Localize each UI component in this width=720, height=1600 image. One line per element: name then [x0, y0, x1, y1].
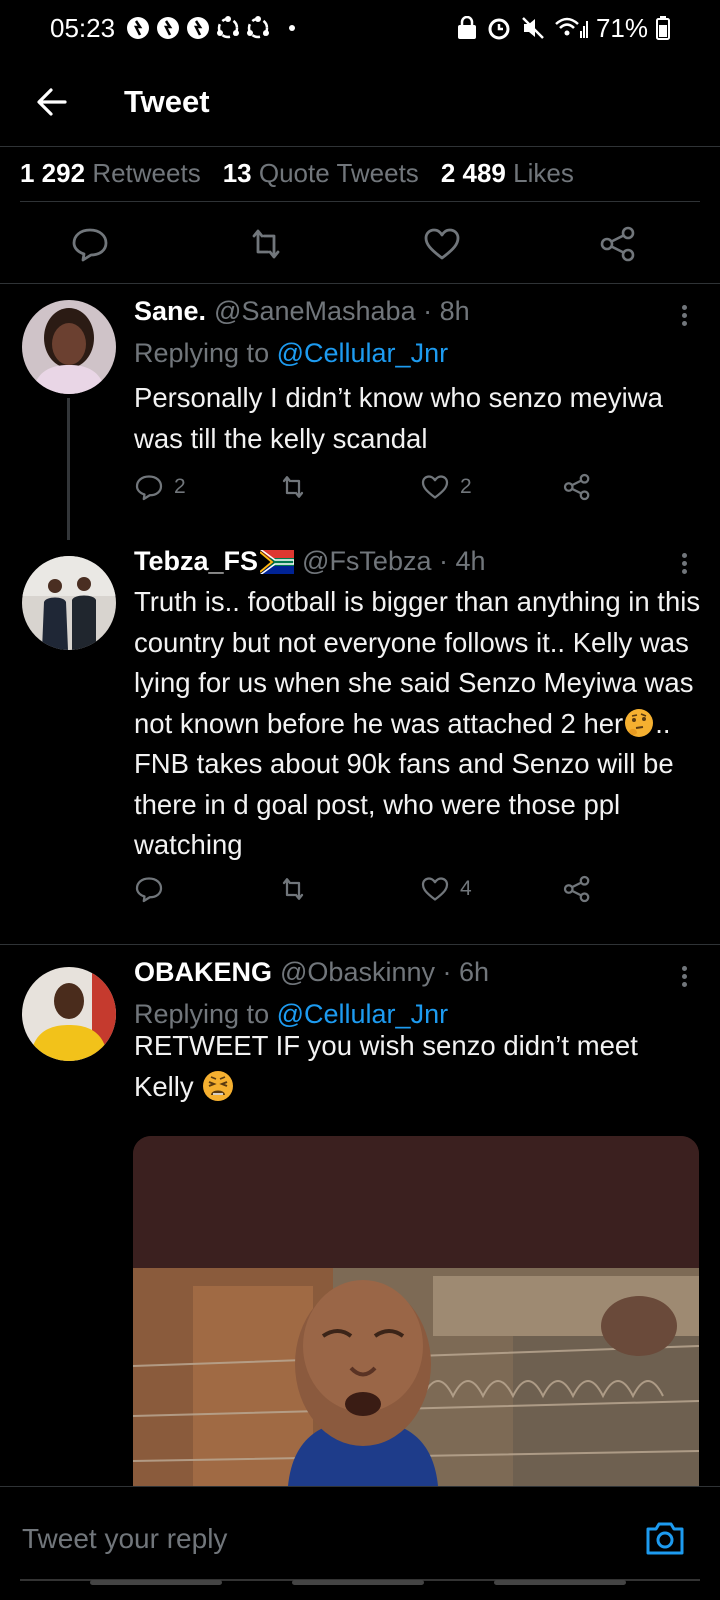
like-count: 4 [460, 877, 472, 900]
like-heart-icon [421, 877, 449, 901]
profile-photo [22, 556, 116, 650]
attached-photo [133, 1136, 699, 1486]
more-options-button[interactable] [682, 963, 690, 990]
notification-icons [125, 15, 271, 41]
reply-button[interactable]: 2 [134, 472, 186, 502]
author-handle[interactable]: @Obaskinny · 6h [280, 957, 489, 988]
arrow-left-icon [37, 88, 67, 116]
back-button[interactable] [28, 78, 76, 126]
share-button[interactable] [562, 472, 592, 502]
like-heart-icon[interactable] [422, 224, 462, 264]
more-options-button[interactable] [682, 302, 690, 329]
app-notification-icon [127, 17, 150, 39]
author-name[interactable]: OBAKENG [134, 957, 272, 988]
mention-link[interactable]: @Cellular_Jnr [277, 338, 448, 368]
avatar[interactable] [22, 300, 116, 394]
app-notification-icon [187, 17, 210, 39]
reply-action-bar: 4 [134, 874, 614, 910]
retweet-icon[interactable] [246, 224, 286, 264]
like-button[interactable]: 2 [420, 472, 472, 502]
author-name[interactable]: Sane. [134, 296, 206, 327]
alarm-icon [488, 18, 510, 40]
lock-icon [457, 16, 476, 39]
thinking-face-emoji [625, 708, 654, 737]
nav-recent-apps[interactable] [90, 1580, 222, 1585]
nav-back[interactable] [494, 1580, 626, 1585]
likes-stat[interactable]: 2 489 Likes [441, 158, 574, 189]
share-icon[interactable] [598, 224, 638, 264]
retweet-icon [282, 878, 304, 900]
clock: 05:23 [50, 12, 116, 43]
avatar[interactable] [22, 556, 116, 650]
tweet-text: Personally I didn’t know who senzo meyiw… [134, 382, 663, 454]
retweet-icon [282, 476, 304, 498]
tweet-stats: 1 292 Retweets 13 Quote Tweets 2 489 Lik… [20, 146, 574, 200]
share-icon [563, 473, 590, 501]
like-button[interactable]: 4 [420, 874, 472, 904]
more-options-button[interactable] [682, 550, 690, 577]
camera-icon[interactable] [644, 1517, 686, 1559]
tweet-text: Truth is.. football is bigger than anyth… [134, 586, 701, 860]
profile-photo [22, 967, 116, 1061]
retweet-button[interactable] [278, 472, 308, 502]
reply-count: 2 [174, 475, 186, 498]
app-notification-icon [157, 17, 180, 39]
retweet-button[interactable] [278, 874, 308, 904]
battery-level: 71% [595, 12, 648, 43]
system-navigation-bar [0, 1580, 720, 1588]
share-button[interactable] [562, 874, 592, 904]
battery-icon [656, 16, 670, 40]
author-handle[interactable]: @FsTebza · 4h [302, 546, 485, 577]
author-handle[interactable]: @SaneMashaba · 8h [214, 296, 470, 327]
tweet-media-image[interactable] [133, 1136, 699, 1486]
wifi-signal-icon [555, 17, 588, 38]
page-title: Tweet [124, 84, 210, 119]
reply-icon [135, 877, 163, 903]
replying-to: Replying to @Cellular_Jnr [134, 338, 449, 368]
status-bar: 05:23 71% [0, 0, 720, 56]
divider [20, 201, 700, 202]
sync-notification-icon [217, 16, 240, 39]
tweet-text: RETWEET IF you wish senzo didn’t meet Ke… [134, 1030, 638, 1102]
thread-line [67, 398, 70, 540]
nav-home[interactable] [292, 1580, 424, 1585]
share-icon [563, 875, 590, 903]
top-bar: Tweet [0, 66, 720, 138]
avatar[interactable] [22, 967, 116, 1061]
like-heart-icon [421, 475, 449, 499]
profile-photo [22, 300, 116, 394]
retweets-stat[interactable]: 1 292 Retweets [20, 158, 201, 189]
divider [0, 944, 720, 945]
like-count: 2 [460, 475, 472, 498]
reply-icon [135, 475, 163, 501]
quote-tweets-stat[interactable]: 13 Quote Tweets [223, 158, 419, 189]
reply-input[interactable]: Tweet your reply [22, 1523, 227, 1555]
reply-button[interactable] [134, 874, 164, 904]
tweet-action-bar [0, 210, 720, 276]
south-africa-flag-icon [260, 549, 295, 574]
author-name[interactable]: Tebza_FS [134, 546, 258, 577]
mute-icon [522, 17, 544, 39]
reply-action-bar: 2 2 [134, 472, 614, 508]
weary-face-emoji [203, 1071, 234, 1101]
divider [0, 283, 720, 284]
reply-icon[interactable] [70, 224, 110, 264]
sync-notification-icon [247, 16, 270, 39]
more-notifications-dot [289, 25, 296, 31]
